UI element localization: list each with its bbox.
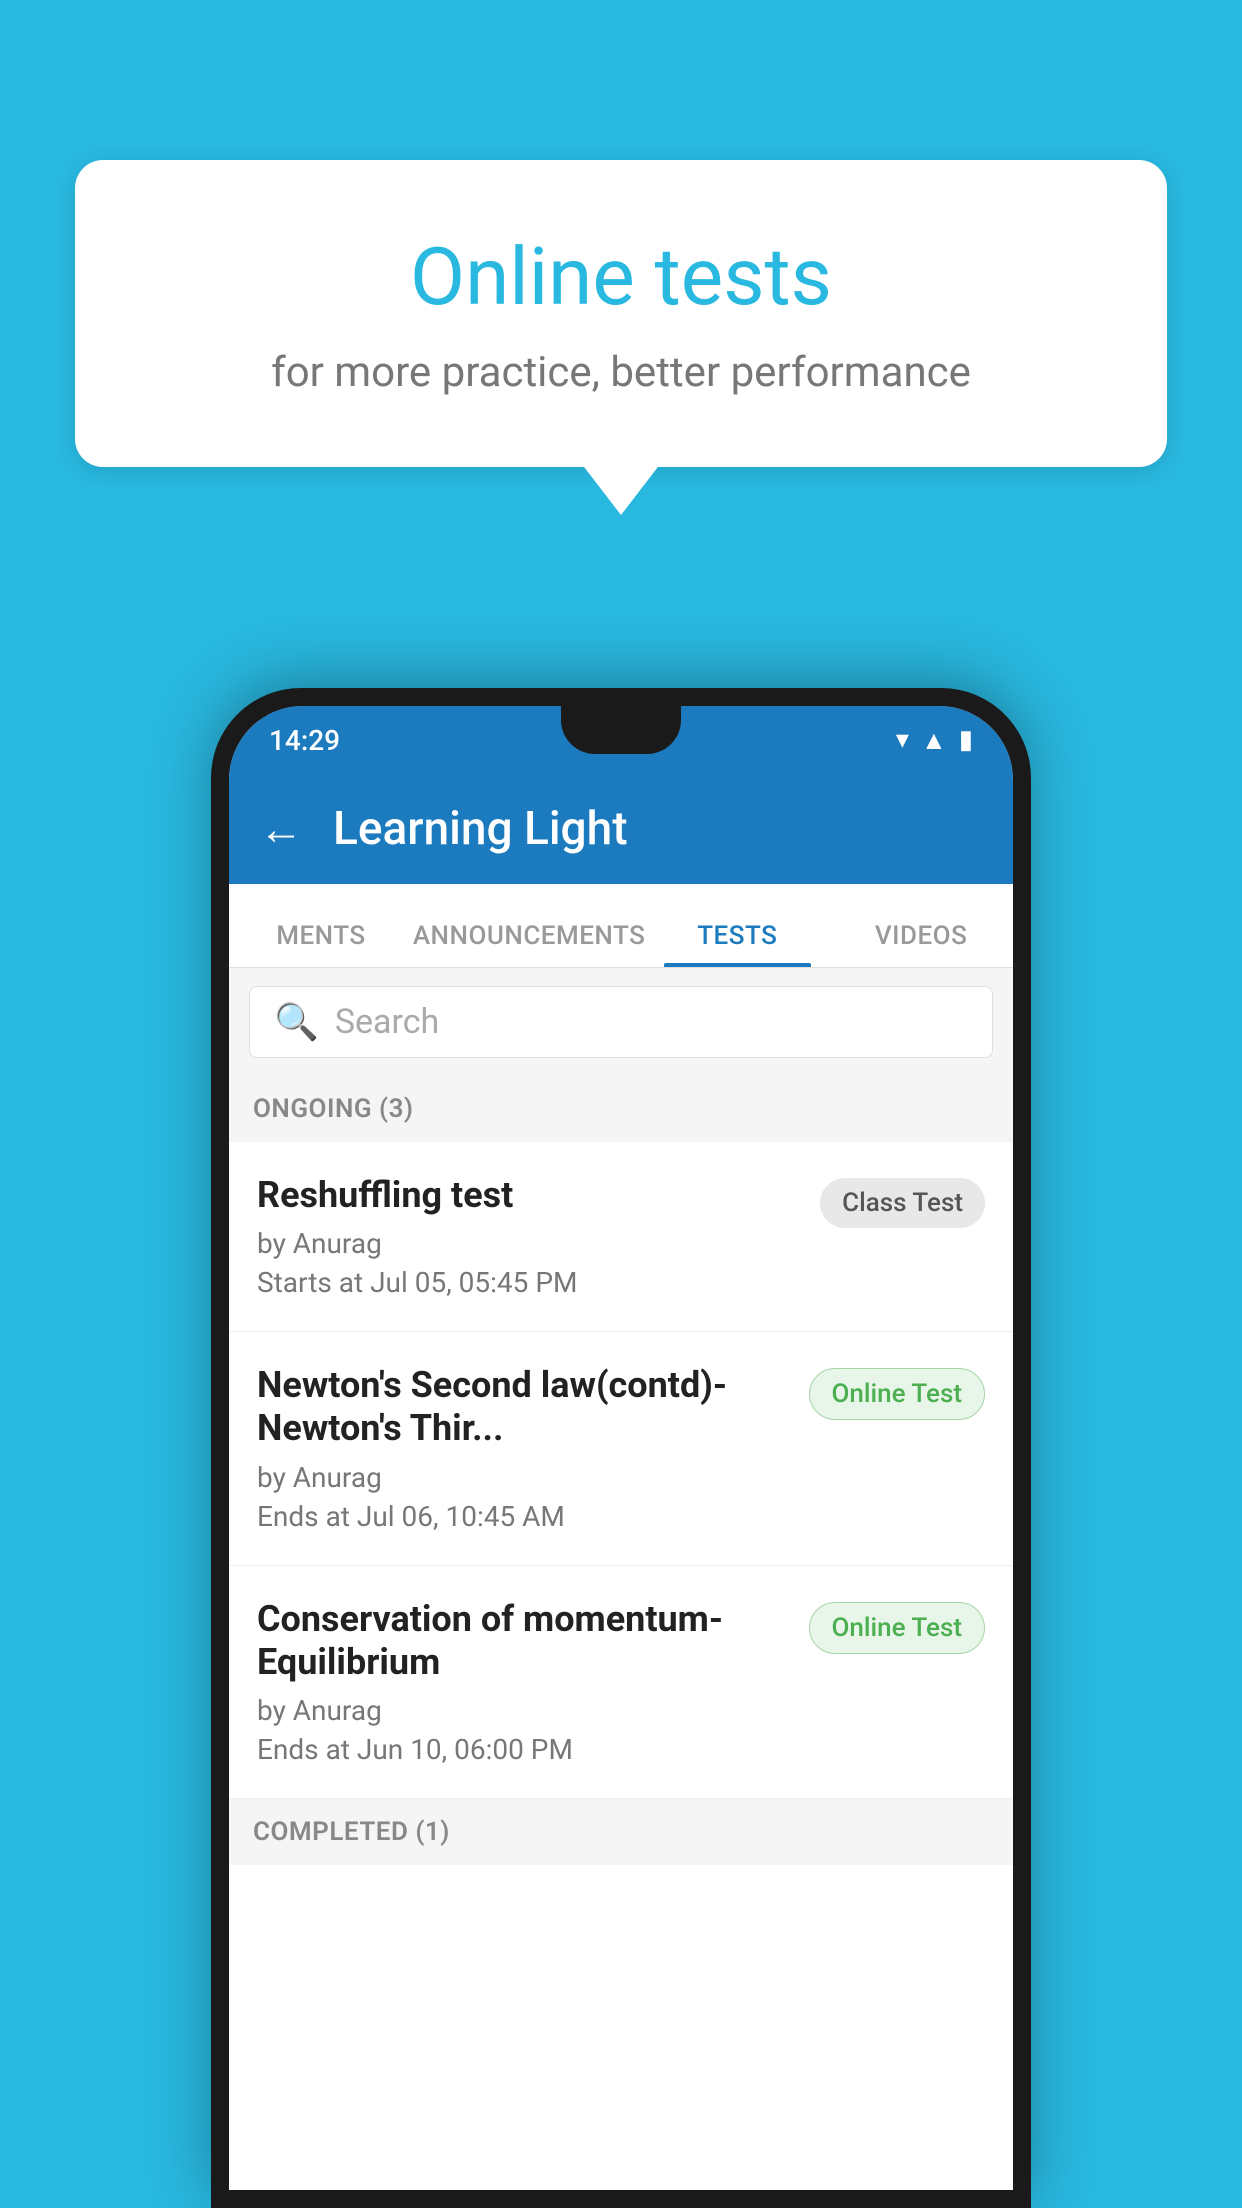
search-bar[interactable]: 🔍 Search bbox=[249, 986, 993, 1058]
promo-banner: Online tests for more practice, better p… bbox=[75, 160, 1167, 467]
wifi-icon: ▾ bbox=[896, 725, 909, 755]
completed-section-header: COMPLETED (1) bbox=[229, 1799, 1013, 1865]
test-info-3: Conservation of momentum-Equilibrium by … bbox=[257, 1598, 789, 1766]
test-badge-1: Class Test bbox=[820, 1178, 985, 1228]
test-item-2[interactable]: Newton's Second law(contd)-Newton's Thir… bbox=[229, 1332, 1013, 1565]
test-name-2: Newton's Second law(contd)-Newton's Thir… bbox=[257, 1364, 789, 1450]
signal-icon: ▲ bbox=[921, 725, 947, 756]
search-container: 🔍 Search bbox=[229, 968, 1013, 1076]
tab-tests[interactable]: TESTS bbox=[645, 921, 829, 967]
tab-announcements[interactable]: ANNOUNCEMENTS bbox=[413, 921, 646, 967]
test-item-1[interactable]: Reshuffling test by Anurag Starts at Jul… bbox=[229, 1142, 1013, 1332]
app-bar: ← Learning Light bbox=[229, 774, 1013, 884]
test-by-1: by Anurag bbox=[257, 1227, 800, 1260]
bubble-subtitle: for more practice, better performance bbox=[155, 348, 1087, 397]
tab-bar: MENTS ANNOUNCEMENTS TESTS VIDEOS bbox=[229, 884, 1013, 968]
test-info-2: Newton's Second law(contd)-Newton's Thir… bbox=[257, 1364, 789, 1532]
bubble-title: Online tests bbox=[155, 230, 1087, 324]
speech-bubble: Online tests for more practice, better p… bbox=[75, 160, 1167, 467]
tab-ments[interactable]: MENTS bbox=[229, 921, 413, 967]
tab-videos[interactable]: VIDEOS bbox=[829, 921, 1013, 967]
test-by-3: by Anurag bbox=[257, 1694, 789, 1727]
phone-screen: 14:29 ▾ ▲ ▮ ← Learning Light MENTS ANNOU… bbox=[229, 706, 1013, 2190]
test-time-3: Ends at Jun 10, 06:00 PM bbox=[257, 1733, 789, 1766]
back-button[interactable]: ← bbox=[259, 803, 303, 855]
test-name-3: Conservation of momentum-Equilibrium bbox=[257, 1598, 789, 1684]
phone-frame: 14:29 ▾ ▲ ▮ ← Learning Light MENTS ANNOU… bbox=[211, 688, 1031, 2208]
ongoing-section-header: ONGOING (3) bbox=[229, 1076, 1013, 1142]
test-by-2: by Anurag bbox=[257, 1461, 789, 1494]
test-item-3[interactable]: Conservation of momentum-Equilibrium by … bbox=[229, 1566, 1013, 1799]
status-icons: ▾ ▲ ▮ bbox=[896, 725, 973, 756]
test-badge-2: Online Test bbox=[809, 1368, 986, 1420]
search-icon: 🔍 bbox=[274, 1001, 319, 1043]
test-list: Reshuffling test by Anurag Starts at Jul… bbox=[229, 1142, 1013, 1799]
status-bar: 14:29 ▾ ▲ ▮ bbox=[229, 706, 1013, 774]
test-name-1: Reshuffling test bbox=[257, 1174, 800, 1217]
test-info-1: Reshuffling test by Anurag Starts at Jul… bbox=[257, 1174, 800, 1299]
app-bar-title: Learning Light bbox=[333, 802, 628, 856]
notch bbox=[561, 706, 681, 754]
search-placeholder: Search bbox=[335, 1002, 439, 1042]
test-badge-3: Online Test bbox=[809, 1602, 986, 1654]
battery-icon: ▮ bbox=[959, 725, 973, 755]
test-time-1: Starts at Jul 05, 05:45 PM bbox=[257, 1266, 800, 1299]
status-time: 14:29 bbox=[269, 724, 340, 757]
test-time-2: Ends at Jul 06, 10:45 AM bbox=[257, 1500, 789, 1533]
